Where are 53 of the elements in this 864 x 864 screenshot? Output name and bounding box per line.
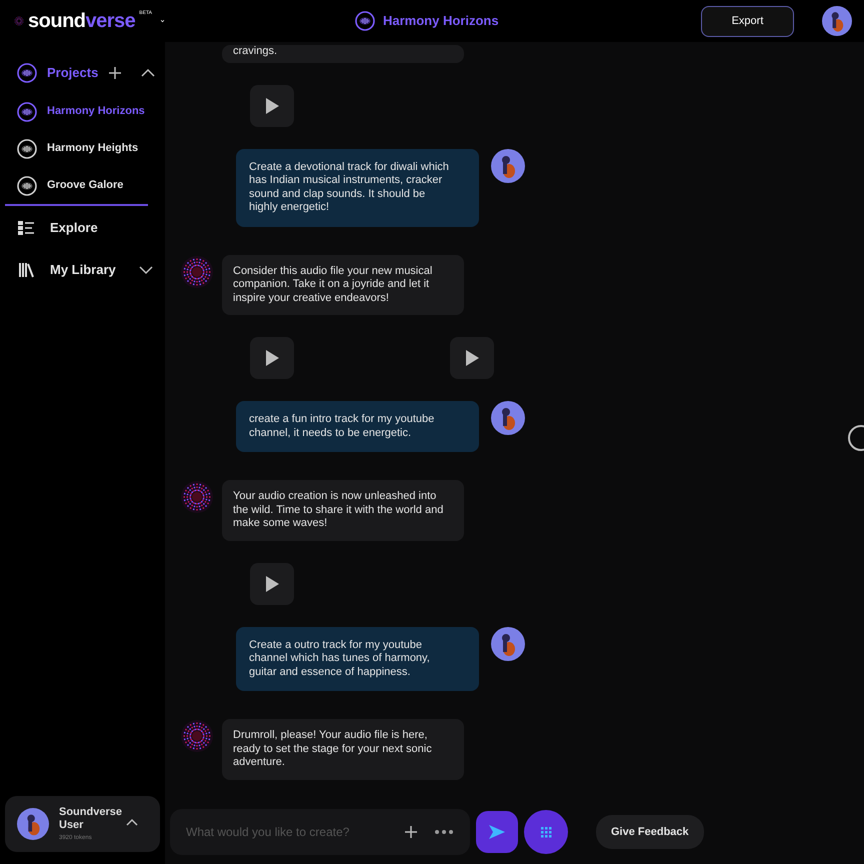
nav-item[interactable]: My Library xyxy=(0,250,165,290)
add-icon[interactable] xyxy=(108,66,122,80)
feedback-button[interactable]: Give Feedback xyxy=(596,815,704,849)
brand-logo-text: soundverse xyxy=(28,9,136,34)
add-icon[interactable] xyxy=(404,825,418,839)
export-button[interactable]: Export xyxy=(701,6,794,36)
nav-item[interactable]: Explore xyxy=(0,208,165,248)
play-icon xyxy=(464,349,480,367)
user-avatar-icon xyxy=(491,148,525,182)
play-icon xyxy=(264,349,280,367)
bot-message: Drumroll, please! Your audio file is here, ready to set the stage for your next sonic adventure. xyxy=(222,719,464,780)
send-button[interactable] xyxy=(476,811,518,853)
bot-message: cravings. xyxy=(222,45,464,62)
user-message: Create a outro track for my youtube channel which has tunes of harmony, guitar and essence of happiness. xyxy=(236,626,479,691)
user-avatar-icon xyxy=(491,401,525,435)
bot-avatar-icon xyxy=(180,254,214,288)
chevron-up-icon[interactable] xyxy=(126,818,138,826)
play-icon xyxy=(264,96,280,114)
bot-message: Consider this audio file your new musical companion. Take it on a joyride and let it inspire your creative endeavors! xyxy=(222,254,464,315)
project-title: Harmony Horizons xyxy=(383,12,499,30)
play-button[interactable] xyxy=(250,562,294,604)
user-message: Create a devotional track for diwali which has Indian musical instruments, cracker sound and clap sounds. It should be highly energetic! xyxy=(236,148,479,226)
grid-icon xyxy=(540,826,552,838)
account-avatar-icon xyxy=(822,6,852,36)
project-icon xyxy=(355,11,375,31)
projects-label[interactable]: Projects xyxy=(47,63,98,83)
bot-avatar-icon xyxy=(180,480,214,514)
list-icon xyxy=(18,221,36,235)
play-icon xyxy=(264,574,280,592)
loading-ring-icon xyxy=(846,423,864,453)
more-icon[interactable] xyxy=(434,829,454,835)
library-icon xyxy=(18,262,36,278)
project-item[interactable]: Harmony Horizons xyxy=(0,93,165,130)
project-icon xyxy=(17,102,37,122)
project-icon xyxy=(17,138,37,158)
bot-message: Your audio creation is now unleashed into the wild. Time to share it with the world and make some waves! xyxy=(222,480,464,540)
play-button[interactable] xyxy=(250,337,294,379)
bot-avatar-icon xyxy=(180,719,214,753)
project-icon xyxy=(17,176,37,196)
play-button[interactable] xyxy=(250,84,294,126)
chevron-down-icon[interactable] xyxy=(138,264,154,276)
user-name: Soundverse User xyxy=(59,806,123,832)
user-message: create a fun intro track for my youtube channel, it needs to be energetic. xyxy=(236,401,479,452)
project-item[interactable]: Groove Galore xyxy=(0,167,165,204)
send-icon xyxy=(488,824,506,840)
project-icon xyxy=(17,63,37,83)
grid-button[interactable] xyxy=(524,810,568,854)
prompt-field[interactable]: What would you like to create? xyxy=(170,809,470,855)
profile-avatar-icon xyxy=(17,808,49,840)
prompt-input[interactable]: What would you like to create? xyxy=(186,823,404,841)
user-avatar-icon xyxy=(491,626,525,660)
play-button[interactable] xyxy=(450,337,494,379)
project-item[interactable]: Harmony Heights xyxy=(0,130,165,167)
